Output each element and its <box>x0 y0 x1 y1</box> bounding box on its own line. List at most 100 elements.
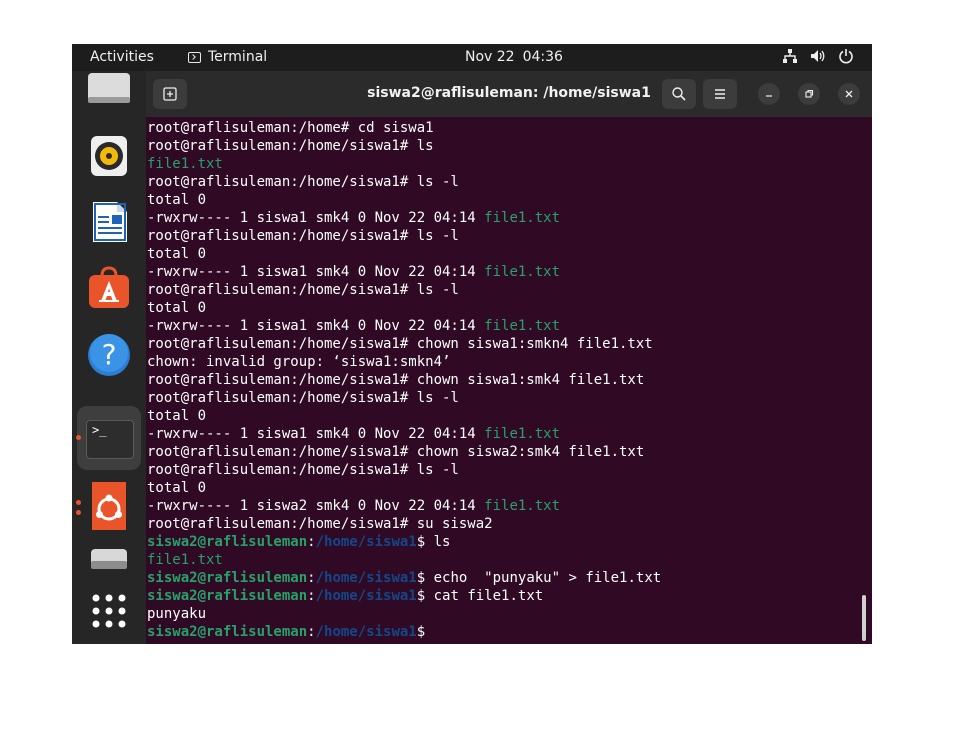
help-icon[interactable]: ? <box>85 331 133 379</box>
file-name: file1.txt <box>484 426 561 442</box>
prompt-path: /home/siswa1 <box>315 624 417 640</box>
terminal-line: total 0 <box>147 191 661 209</box>
terminal-window: siswa2@raflisuleman: /home/siswa1 root@r… <box>146 71 872 644</box>
terminal-text: $ <box>416 624 434 640</box>
file-name: file1.txt <box>484 210 561 226</box>
terminal-text: : <box>307 570 316 586</box>
terminal-line: file1.txt <box>147 155 661 173</box>
terminal-text: root@raflisuleman:/home/siswa1# chown si… <box>147 372 645 388</box>
terminal-icon: >_ <box>86 420 134 459</box>
minimize-icon <box>766 95 772 97</box>
ubuntu-running-indicator-2 <box>76 510 81 515</box>
terminal-line: -rwxrw---- 1 siswa1 smk4 0 Nov 22 04:14 … <box>147 263 661 281</box>
terminal-line: siswa2@raflisuleman:/home/siswa1$ echo "… <box>147 569 661 587</box>
terminal-text: root@raflisuleman:/home/siswa1# ls <box>147 138 434 154</box>
terminal-text: root@raflisuleman:/home/siswa1# ls -l <box>147 462 459 478</box>
terminal-line: root@raflisuleman:/home/siswa1# ls -l <box>147 173 661 191</box>
terminal-text: root@raflisuleman:/home/siswa1# ls -l <box>147 282 459 298</box>
file-name: file1.txt <box>484 498 561 514</box>
terminal-line: root@raflisuleman:/home/siswa1# ls -l <box>147 461 661 479</box>
top-bar: Activities Terminal Nov 22 04:36 <box>72 44 872 71</box>
clock-date: Nov 22 <box>465 49 515 65</box>
search-icon <box>672 87 686 101</box>
ubuntu-running-indicator-1 <box>76 500 81 505</box>
files-icon[interactable] <box>85 63 133 111</box>
app-menu[interactable]: Terminal <box>188 49 267 65</box>
terminal-text: root@raflisuleman:/home/siswa1# ls -l <box>147 390 459 406</box>
terminal-text: -rwxrw---- 1 siswa1 smk4 0 Nov 22 04:14 <box>147 426 485 442</box>
terminal-text: root@raflisuleman:/home/siswa1# ls -l <box>147 174 459 190</box>
terminal-text: $ ls <box>416 534 451 550</box>
terminal-text: -rwxrw---- 1 siswa1 smk4 0 Nov 22 04:14 <box>147 264 485 280</box>
terminal-line: total 0 <box>147 479 661 497</box>
menu-button[interactable] <box>703 79 737 109</box>
new-tab-icon <box>163 87 177 101</box>
terminal-line: root@raflisuleman:/home/siswa1# ls -l <box>147 227 661 245</box>
terminal-line: root@raflisuleman:/home/siswa1# ls -l <box>147 281 661 299</box>
terminal-text: chown: invalid group: ‘siswa1:smkn4’ <box>147 354 451 370</box>
dock: ? >_ <box>72 71 146 644</box>
terminal-text: total 0 <box>147 480 207 496</box>
terminal-line: total 0 <box>147 245 661 263</box>
prompt-user: siswa2@raflisuleman <box>147 624 308 640</box>
close-button[interactable] <box>838 83 860 105</box>
svg-text:?: ? <box>102 338 117 371</box>
terminal-line: root@raflisuleman:/home/siswa1# ls <box>147 137 661 155</box>
volume-icon <box>810 48 826 64</box>
terminal-text: total 0 <box>147 246 207 262</box>
restore-icon <box>805 89 814 98</box>
rhythmbox-icon[interactable] <box>85 132 133 180</box>
close-icon <box>845 90 853 98</box>
maximize-button[interactable] <box>798 83 820 105</box>
ubuntu-icon[interactable] <box>85 482 133 530</box>
desktop: Activities Terminal Nov 22 04:36 ? >_ si… <box>72 44 872 644</box>
terminal-running-indicator <box>76 435 81 440</box>
minimize-button[interactable] <box>758 83 780 105</box>
prompt-path: /home/siswa1 <box>315 570 417 586</box>
terminal-line: root@raflisuleman:/home/siswa1# chown si… <box>147 371 661 389</box>
search-button[interactable] <box>662 79 696 109</box>
terminal-lines: root@raflisuleman:/home# cd siswa1 root@r… <box>147 119 661 641</box>
terminal-line: root@raflisuleman:/home/siswa1# chown si… <box>147 335 661 353</box>
terminal-line: siswa2@raflisuleman:/home/siswa1$ cat fi… <box>147 587 661 605</box>
prompt-user: siswa2@raflisuleman <box>147 588 308 604</box>
new-tab-button[interactable] <box>153 79 187 109</box>
system-tray[interactable] <box>782 48 854 64</box>
network-icon <box>782 48 798 64</box>
terminal-text: $ echo "punyaku" > file1.txt <box>416 570 662 586</box>
clock-time: 04:36 <box>522 49 563 65</box>
prompt-user: siswa2@raflisuleman <box>147 570 308 586</box>
file-name: file1.txt <box>484 264 561 280</box>
terminal-text: total 0 <box>147 300 207 316</box>
terminal-line: -rwxrw---- 1 siswa1 smk4 0 Nov 22 04:14 … <box>147 209 661 227</box>
terminal-text: root@raflisuleman:/home/siswa1# chown si… <box>147 336 653 352</box>
app-menu-label: Terminal <box>208 49 268 65</box>
file-name: file1.txt <box>147 552 223 568</box>
terminal-text: : <box>307 534 316 550</box>
terminal-line: siswa2@raflisuleman:/home/siswa1$ <box>147 623 661 641</box>
file-name: file1.txt <box>484 318 561 334</box>
terminal-text: -rwxrw---- 1 siswa2 smk4 0 Nov 22 04:14 <box>147 498 485 514</box>
prompt-path: /home/siswa1 <box>315 588 417 604</box>
terminal-line: file1.txt <box>147 551 661 569</box>
terminal-text: -rwxrw---- 1 siswa1 smk4 0 Nov 22 04:14 <box>147 318 485 334</box>
terminal-small-icon <box>188 51 201 63</box>
terminal-dock-item[interactable]: >_ <box>77 406 141 470</box>
terminal-line: root@raflisuleman:/home# cd siswa1 <box>147 119 661 137</box>
terminal-output[interactable]: root@raflisuleman:/home# cd siswa1 root@r… <box>146 117 872 644</box>
power-icon <box>838 48 854 64</box>
terminal-line: -rwxrw---- 1 siswa1 smk4 0 Nov 22 04:14 … <box>147 425 661 443</box>
terminal-text: root@raflisuleman:/home/siswa1# ls -l <box>147 228 459 244</box>
terminal-text: root@raflisuleman:/home/siswa1# chown si… <box>147 444 645 460</box>
app-center-icon[interactable] <box>85 264 133 312</box>
app-grid-icon[interactable] <box>85 587 133 635</box>
drive-icon[interactable] <box>85 545 133 593</box>
writer-icon[interactable] <box>85 198 133 246</box>
window-title: siswa2@raflisuleman: /home/siswa1 <box>367 85 651 101</box>
prompt-user: siswa2@raflisuleman <box>147 534 308 550</box>
terminal-line: -rwxrw---- 1 siswa1 smk4 0 Nov 22 04:14 … <box>147 317 661 335</box>
clock[interactable]: Nov 22 04:36 <box>465 49 563 65</box>
terminal-text: $ cat file1.txt <box>416 588 544 604</box>
scrollbar-thumb[interactable] <box>862 595 866 641</box>
window-headerbar: siswa2@raflisuleman: /home/siswa1 <box>146 71 872 117</box>
